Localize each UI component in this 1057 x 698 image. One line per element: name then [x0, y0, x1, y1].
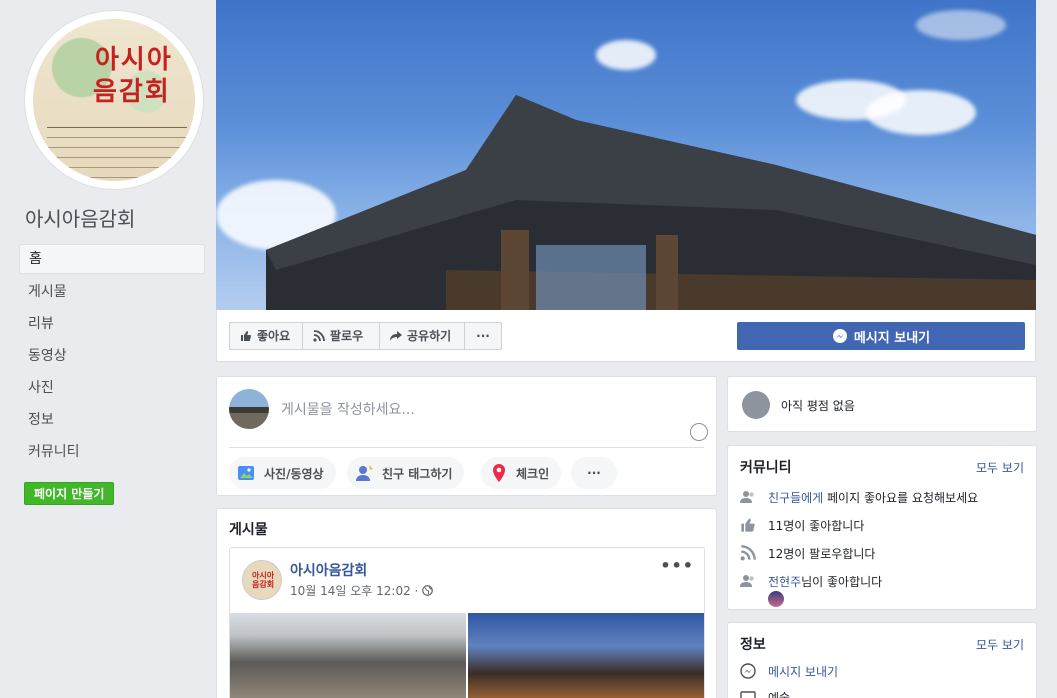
- send-message-button[interactable]: 메시지 보내기: [737, 322, 1025, 350]
- left-column: 아시아 음감회 아시아음감회 홈 게시물 리뷰 동영상 사진 정보 커뮤니티 페…: [0, 0, 216, 698]
- info-card: 정보 모두 보기 메시지 보내기 예술: [727, 622, 1037, 698]
- share-label: 공유하기: [407, 329, 452, 343]
- info-title: 정보: [740, 637, 766, 653]
- emoji-icon[interactable]: [690, 423, 708, 441]
- nav-item-videos[interactable]: 동영상: [19, 340, 205, 372]
- tag-friends-icon: [356, 465, 373, 481]
- likes-row: 11명이 좋아합니다: [740, 515, 864, 535]
- posts-title: 게시물: [229, 522, 268, 538]
- likes-count-text: 11명이 좋아합니다: [768, 518, 865, 533]
- thumbs-up-icon: [741, 518, 755, 532]
- friend-like-text: 님이 좋아합니다: [801, 574, 883, 589]
- composer-more-label: ···: [587, 466, 601, 480]
- checkin-label: 체크인: [516, 466, 550, 481]
- people-icon: [740, 575, 754, 587]
- thumbs-up-icon: [241, 331, 251, 341]
- photo-video-button[interactable]: 사진/동영상: [229, 457, 336, 489]
- invite-text: 페이지 좋아요를 요청해보세요: [823, 490, 979, 505]
- invite-friends-row: 친구들에게 페이지 좋아요를 요청해보세요: [740, 487, 978, 507]
- more-actions-button[interactable]: ···: [464, 322, 502, 350]
- friend-name-link[interactable]: 전현주: [768, 575, 801, 589]
- friend-avatar[interactable]: [768, 591, 784, 607]
- messenger-icon: [740, 663, 756, 679]
- photo-video-label: 사진/동영상: [264, 466, 324, 481]
- rss-icon: [313, 330, 325, 342]
- community-see-all-link[interactable]: 모두 보기: [976, 459, 1024, 476]
- post-timestamp[interactable]: 10월 14일 오후 12:02 ·: [290, 582, 434, 599]
- info-category-text: 예술: [768, 690, 791, 698]
- profile-image: 아시아 음감회: [33, 19, 195, 181]
- post-time-text: 10월 14일 오후 12:02 ·: [290, 584, 423, 598]
- category-icon: [740, 691, 756, 698]
- post-photo-1[interactable]: [230, 613, 466, 698]
- post-card: 아시아 음감회 아시아음감회 10월 14일 오후 12:02 · •••: [229, 547, 705, 698]
- posts-section: 게시물 아시아 음감회 아시아음감회 10월 14일 오후 12:02 · •••: [216, 508, 717, 698]
- nav-item-photos[interactable]: 사진: [19, 372, 205, 404]
- post-photo-2[interactable]: [468, 613, 704, 698]
- people-icon: [740, 491, 754, 503]
- nav-item-about[interactable]: 정보: [19, 404, 205, 436]
- nav-item-home[interactable]: 홈: [19, 244, 205, 274]
- composer-input[interactable]: 게시물을 작성하세요...: [281, 399, 415, 419]
- info-message-link[interactable]: 메시지 보내기: [768, 663, 838, 680]
- create-page-button[interactable]: 페이지 만들기: [24, 482, 115, 505]
- messenger-icon: [832, 329, 847, 343]
- post-author-avatar[interactable]: 아시아 음감회: [242, 560, 282, 600]
- location-pin-icon: [493, 464, 505, 482]
- post-author-name[interactable]: 아시아음감회: [290, 560, 367, 580]
- nav-item-community[interactable]: 커뮤니티: [19, 436, 205, 468]
- page-nav: 홈 게시물 리뷰 동영상 사진 정보 커뮤니티: [19, 244, 205, 468]
- follows-count-text: 12명이 팔로우합니다: [768, 546, 876, 561]
- checkin-button[interactable]: 체크인: [481, 457, 562, 489]
- nav-item-posts[interactable]: 게시물: [19, 276, 205, 308]
- like-button[interactable]: 좋아요: [229, 322, 303, 350]
- cover-photo[interactable]: [216, 0, 1036, 310]
- follow-button[interactable]: 팔로우: [302, 322, 380, 350]
- tag-friends-label: 친구 태그하기: [382, 466, 453, 481]
- page-name[interactable]: 아시아음감회: [25, 203, 135, 232]
- globe-icon: [422, 585, 434, 596]
- share-button[interactable]: 공유하기: [379, 322, 465, 350]
- follow-label: 팔로우: [330, 329, 364, 343]
- rss-icon: [740, 545, 756, 561]
- review-status-text: 아직 평점 없음: [781, 399, 855, 413]
- more-actions-label: ···: [476, 329, 490, 343]
- share-arrow-icon: [390, 331, 402, 341]
- friend-like-row: 전현주님이 좋아합니다: [740, 571, 882, 591]
- reviews-card: 아직 평점 없음: [727, 376, 1037, 432]
- hanok-roof-illustration: [266, 95, 1036, 310]
- info-category-row: 예술: [740, 687, 790, 698]
- follows-row: 12명이 팔로우합니다: [740, 543, 875, 563]
- info-see-all-link[interactable]: 모두 보기: [976, 636, 1024, 653]
- info-message-row[interactable]: 메시지 보내기: [740, 661, 838, 681]
- review-speech-icon: [742, 391, 770, 419]
- invite-friends-link[interactable]: 친구들에게: [768, 491, 823, 505]
- photo-icon: [238, 466, 254, 480]
- send-message-label: 메시지 보내기: [853, 330, 931, 346]
- page-action-bar: 좋아요 팔로우 공유하기 ··· 메시지 보내기: [216, 310, 1036, 362]
- composer-more-button[interactable]: ···: [571, 457, 617, 489]
- community-card: 커뮤니티 모두 보기 친구들에게 페이지 좋아요를 요청해보세요 11명이 좋아…: [727, 445, 1037, 610]
- nav-item-reviews[interactable]: 리뷰: [19, 308, 205, 340]
- tag-friends-button[interactable]: 친구 태그하기: [347, 457, 465, 489]
- community-title: 커뮤니티: [740, 460, 792, 476]
- post-composer: 게시물을 작성하세요... 사진/동영상 친구 태그하기 체크인 ···: [216, 376, 717, 496]
- avatar-title-line2: 음감회: [93, 77, 171, 107]
- like-label: 좋아요: [257, 329, 291, 343]
- page-profile-picture[interactable]: 아시아 음감회: [24, 10, 204, 190]
- composer-avatar: [229, 389, 269, 429]
- post-options-button[interactable]: •••: [660, 556, 694, 575]
